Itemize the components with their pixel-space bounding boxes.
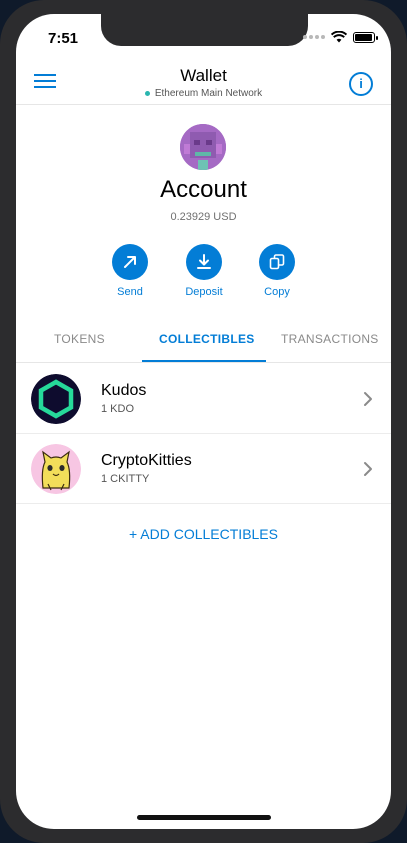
arrow-up-right-icon [124,256,136,268]
active-tab-indicator [142,360,266,362]
download-icon [197,254,211,269]
account-name[interactable]: Account [16,176,391,204]
send-circle[interactable] [112,244,148,280]
add-collectibles-button[interactable]: + ADD COLLECTIBLES [16,526,391,542]
deposit-circle[interactable] [186,244,222,280]
tab-transactions[interactable]: TRANSACTIONS [281,332,379,346]
page-title: Wallet [180,66,227,85]
nav-bar: Wallet Ethereum Main Network i [16,54,391,105]
network-status-dot [144,90,150,96]
device-notch [101,14,308,46]
wifi-icon [331,31,347,43]
status-time: 7:51 [48,30,79,47]
network-indicator[interactable]: Ethereum Main Network [16,88,391,99]
collectible-row-kudos[interactable]: Kudos 1 KDO [16,364,391,434]
signal-icon [303,35,325,39]
chevron-right-icon [364,392,372,406]
collectible-name: Kudos [101,382,147,399]
device-frame: 7:51 Wallet Ethereum Main Network i Acco… [0,0,407,843]
status-icons [303,31,378,43]
info-icon[interactable]: i [349,72,373,96]
collectible-name: CryptoKitties [101,452,192,469]
collectible-amount: 1 KDO [101,403,135,415]
collectible-amount: 1 CKITTY [101,473,150,485]
collectible-row-cryptokitties[interactable]: CryptoKitties 1 CKITTY [16,434,391,504]
tab-collectibles[interactable]: COLLECTIBLES [159,332,255,346]
tab-tokens[interactable]: TOKENS [54,332,105,346]
cryptokitty-icon [31,444,81,494]
deposit-label: Deposit [185,286,223,298]
network-name: Ethereum Main Network [154,88,263,99]
send-button[interactable]: Send [100,244,160,298]
avatar[interactable] [180,124,226,170]
app-screen: 7:51 Wallet Ethereum Main Network i Acco… [16,14,391,829]
tab-bar: TOKENS COLLECTIBLES TRANSACTIONS [16,326,391,363]
send-label: Send [117,286,143,298]
copy-button[interactable]: Copy [247,244,307,298]
kudos-icon [31,374,81,424]
account-balance: 0.23929 USD [170,211,237,223]
chevron-right-icon [364,462,372,476]
copy-circle[interactable] [259,244,295,280]
home-indicator[interactable] [137,815,271,820]
deposit-button[interactable]: Deposit [174,244,234,298]
copy-icon [269,254,285,270]
battery-icon [353,31,378,43]
copy-label: Copy [264,286,290,298]
